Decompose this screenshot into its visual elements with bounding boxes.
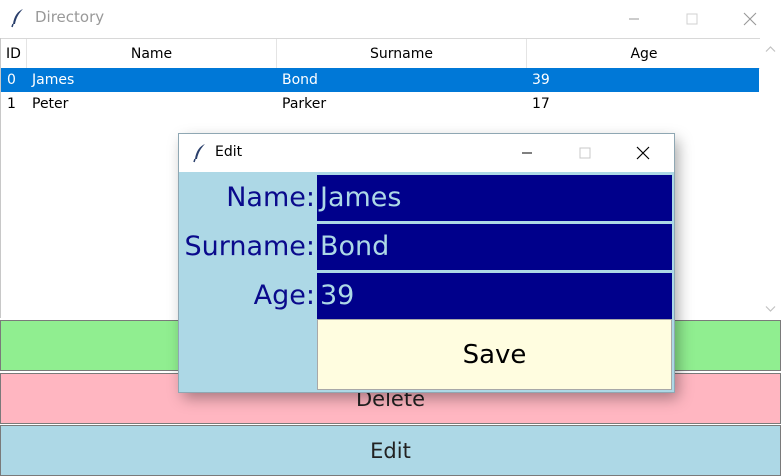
- surname-field[interactable]: Bond: [317, 224, 672, 270]
- title-bar: Directory: [0, 0, 781, 37]
- feather-icon: [193, 144, 205, 163]
- window-title: Directory: [35, 8, 105, 26]
- surname-label: Surname:: [184, 231, 315, 262]
- vertical-scrollbar[interactable]: [760, 38, 781, 320]
- age-label: Age:: [253, 280, 315, 311]
- column-header-name[interactable]: Name: [27, 39, 277, 68]
- dialog-title: Edit: [215, 144, 243, 160]
- minimize-icon: [522, 152, 532, 154]
- close-icon: [636, 146, 650, 160]
- cell-age: 39: [532, 72, 550, 88]
- edit-button[interactable]: Edit: [0, 425, 781, 476]
- dialog-close-button[interactable]: [614, 134, 672, 172]
- age-field[interactable]: 39: [317, 273, 672, 319]
- cell-id: 1: [7, 96, 16, 112]
- cell-age: 17: [532, 96, 550, 112]
- column-header-id[interactable]: ID: [1, 39, 27, 68]
- cell-name: James: [32, 72, 75, 88]
- minimize-icon: [629, 18, 639, 19]
- column-header-surname[interactable]: Surname: [277, 39, 527, 68]
- dialog-minimize-button[interactable]: [498, 134, 556, 172]
- close-button[interactable]: [721, 0, 779, 37]
- dialog-maximize-button[interactable]: [556, 134, 614, 172]
- name-field[interactable]: James: [317, 175, 672, 221]
- cell-surname: Bond: [282, 72, 318, 88]
- scroll-up-icon[interactable]: [765, 44, 776, 55]
- maximize-button[interactable]: [663, 0, 721, 37]
- save-button[interactable]: Save: [317, 319, 672, 390]
- maximize-icon: [579, 147, 591, 159]
- table-row[interactable]: 0 James Bond 39: [1, 68, 759, 92]
- name-label: Name:: [226, 182, 315, 213]
- cell-name: Peter: [32, 96, 69, 112]
- scroll-down-icon[interactable]: [765, 303, 776, 314]
- dialog-title-bar: Edit: [179, 134, 674, 172]
- directory-window: Directory ID Name Surname Age 0 James Bo…: [0, 0, 781, 476]
- feather-icon: [11, 9, 23, 28]
- minimize-button[interactable]: [605, 0, 663, 37]
- cell-id: 0: [7, 72, 16, 88]
- table-row[interactable]: 1 Peter Parker 17: [1, 92, 759, 116]
- table-header: ID Name Surname Age: [1, 38, 761, 69]
- close-icon: [743, 12, 757, 25]
- cell-surname: Parker: [282, 96, 327, 112]
- maximize-icon: [686, 13, 698, 24]
- edit-dialog: Edit Name: James Surname: Bond Age: 39 S…: [179, 134, 674, 392]
- column-header-age[interactable]: Age: [527, 39, 761, 68]
